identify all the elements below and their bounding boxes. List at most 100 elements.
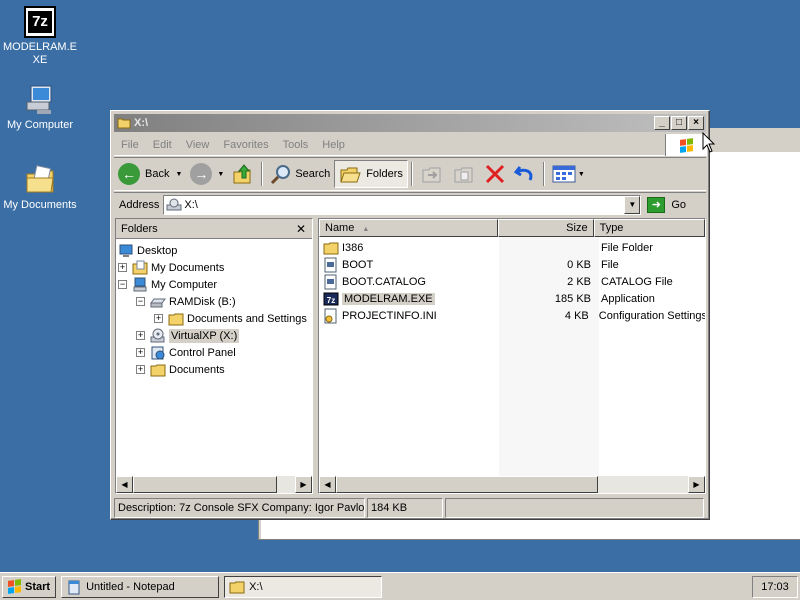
7z-icon: 7z [323,292,339,305]
tree-item-ramdisk[interactable]: − RAMDisk (B:) [136,293,236,310]
settings-file-icon [324,308,337,323]
horizontal-scrollbar[interactable]: ◀ ▶ [116,476,312,493]
menu-help[interactable]: Help [315,139,352,151]
column-header-type[interactable]: Type [593,219,705,237]
notepad-icon [68,580,80,594]
forward-button[interactable]: → ▼ [186,160,228,188]
status-description: Description: 7z Console SFX Company: Igo… [114,498,365,518]
collapse-toggle[interactable]: − [118,280,127,289]
views-button[interactable]: ▼ [548,160,589,188]
folders-icon [340,167,361,183]
close-button[interactable]: × [688,116,704,130]
file-size: 2 KB [567,275,591,288]
file-icon [324,274,337,289]
horizontal-scrollbar[interactable]: ◀ ▶ [319,476,705,493]
scroll-right-button[interactable]: ▶ [688,476,705,493]
chevron-down-icon: ▼ [217,170,225,178]
scroll-thumb[interactable] [133,476,277,493]
file-type: Configuration Settings [598,309,706,322]
minimize-button[interactable]: _ [654,116,670,130]
file-type: File Folder [601,241,653,254]
column-header-name[interactable]: Name ▲ [319,219,499,237]
tree-item-control-panel[interactable]: + Control Panel [136,344,236,361]
desktop-icon-my-documents[interactable]: My Documents [0,164,80,212]
taskbar: Start Untitled - Notepad X:\ 17:03 [0,572,800,600]
menu-file[interactable]: File [114,139,146,151]
folder-icon [229,581,245,593]
taskbar-item-notepad[interactable]: Untitled - Notepad [61,575,220,598]
search-button[interactable]: Search [266,160,334,188]
file-name: BOOT [342,258,374,271]
folders-button[interactable]: Folders [334,160,408,188]
expand-toggle[interactable]: + [136,348,145,357]
delete-button[interactable] [480,160,510,188]
title-bar[interactable]: X:\ _ □ × [114,114,706,132]
folder-icon [323,242,339,254]
control-panel-icon [151,346,165,359]
tree-item-documents-and-settings[interactable]: + Documents and Settings [154,310,307,327]
move-to-icon [422,167,441,183]
expand-toggle[interactable]: + [118,263,127,272]
menu-view[interactable]: View [179,139,217,151]
folders-pane: Folders ✕ Desktop + My Documents − My Co… [115,218,313,494]
scroll-thumb[interactable] [336,476,598,493]
start-button[interactable]: Start [2,575,57,598]
toolbar: ← Back ▼ → ▼ Search Folders ▼ [114,157,706,191]
expand-toggle[interactable]: + [136,331,145,340]
back-button[interactable]: ← Back ▼ [114,160,186,188]
tree-item-desktop[interactable]: Desktop [118,242,177,259]
scroll-right-button[interactable]: ▶ [295,476,312,493]
explorer-window[interactable]: X:\ _ □ × File Edit View Favorites Tools… [110,110,710,520]
up-folder-icon [233,164,251,184]
undo-button[interactable] [510,160,540,188]
clock[interactable]: 17:03 [752,576,798,598]
desktop-icon-label: MODELRAM.EXE [3,41,77,66]
file-size: 4 KB [564,309,589,322]
file-row[interactable]: PROJECTINFO.INI 4 KB Configuration Setti… [319,307,706,324]
expand-toggle[interactable]: + [154,314,163,323]
collapse-toggle[interactable]: − [136,297,145,306]
up-folder-button[interactable] [228,160,258,188]
file-row[interactable]: 7z MODELRAM.EXE 185 KB Application [319,290,705,307]
file-row[interactable]: BOOT 0 KB File [319,256,705,273]
drive-icon [166,198,182,210]
windows-logo-icon [8,579,21,594]
desktop-icon [119,244,133,257]
search-icon [271,165,291,185]
status-bar: Description: 7z Console SFX Company: Igo… [114,498,706,518]
folders-pane-title: Folders [121,222,158,235]
menu-edit[interactable]: Edit [146,139,179,151]
file-name: PROJECTINFO.INI [342,309,437,322]
copy-to-button[interactable] [448,160,480,188]
tree-item-documents[interactable]: + Documents [136,361,225,378]
desktop-icon-label: My Documents [3,199,77,211]
column-header-size[interactable]: Size [498,219,594,237]
scroll-left-button[interactable]: ◀ [116,476,133,493]
desktop-icon-my-computer[interactable]: My Computer [0,84,80,132]
desktop-icon-modelram[interactable]: 7z MODELRAM.EXE [0,6,80,67]
address-input[interactable]: X:\ ▼ [163,194,642,215]
file-type: File [601,258,619,271]
expand-toggle[interactable]: + [136,365,145,374]
chevron-down-icon[interactable]: ▼ [624,195,641,214]
menu-tools[interactable]: Tools [276,139,316,151]
file-name: I386 [342,241,364,254]
tree-item-my-computer[interactable]: − My Computer [118,276,217,293]
menu-favorites[interactable]: Favorites [216,139,275,151]
go-button[interactable]: ➜ Go [647,196,686,213]
file-row[interactable]: BOOT.CATALOG 2 KB CATALOG File [319,273,705,290]
undo-icon [513,166,533,181]
maximize-button[interactable]: □ [671,116,687,130]
folder-icon [117,118,131,129]
taskbar-item-explorer[interactable]: X:\ [224,575,383,598]
file-type: CATALOG File [601,275,673,288]
tree-item-virtualxp[interactable]: + VirtualXP (X:) [136,327,240,344]
move-to-button[interactable] [416,160,448,188]
file-row[interactable]: I386 File Folder [319,239,705,256]
file-name: BOOT.CATALOG [342,275,426,288]
tree-item-my-documents[interactable]: + My Documents [118,259,224,276]
close-icon[interactable]: ✕ [296,222,306,236]
scroll-left-button[interactable]: ◀ [319,476,336,493]
address-value: X:\ [184,198,198,211]
file-size: 0 KB [567,258,591,271]
